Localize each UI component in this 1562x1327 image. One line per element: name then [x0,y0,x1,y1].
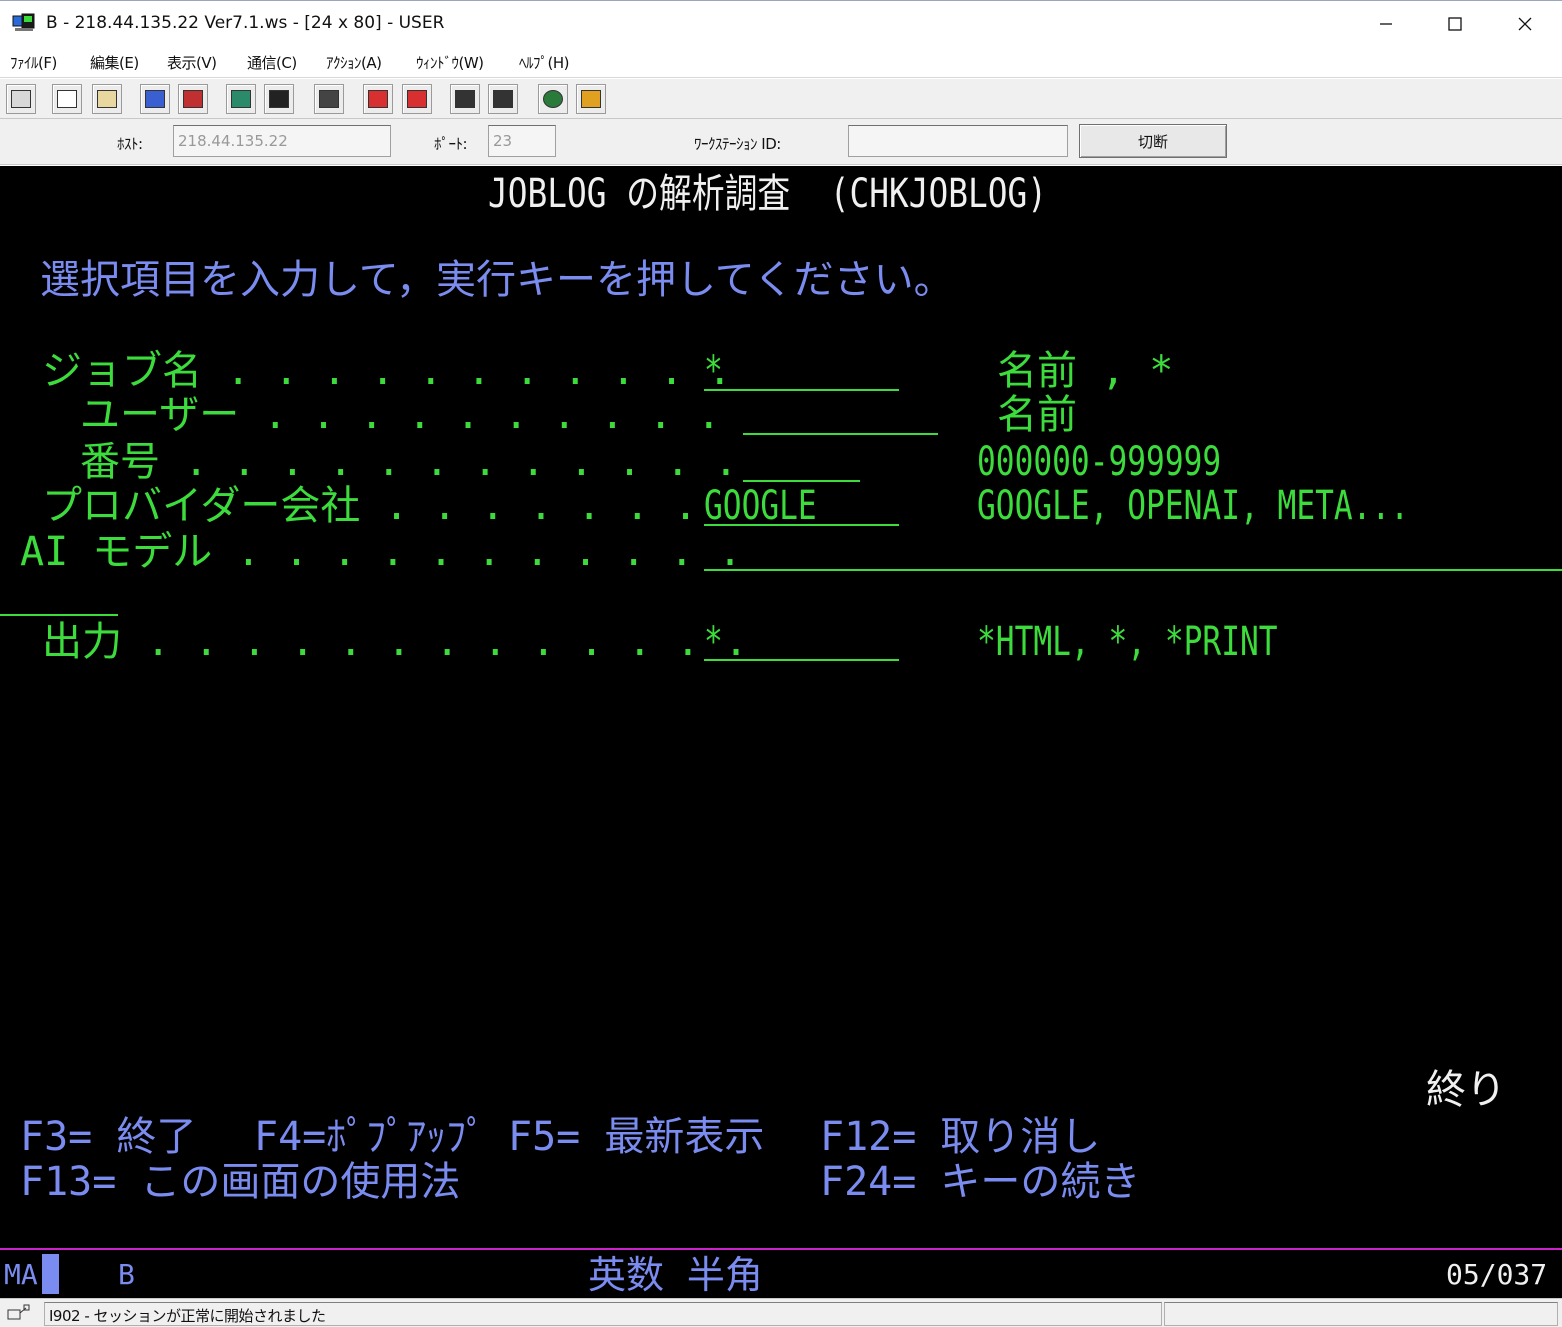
window-title: B - 218.44.135.22 Ver7.1.ws - [24 x 80] … [46,13,445,33]
toolbar-display-button[interactable] [226,84,256,114]
close-button[interactable] [1491,1,1559,47]
toolbar-send-button[interactable] [140,84,170,114]
toolbar-print-screen-button[interactable] [6,84,36,114]
play-macro-icon [455,90,475,108]
close-icon [1518,17,1532,31]
session-icon [269,90,289,108]
send-file-icon [145,90,165,108]
toolbar-macro-play-button[interactable] [450,84,480,114]
job-name-label: ジョブ名 . . . . . . . . . . . [42,348,732,394]
menu-view[interactable]: 表示(V) [167,52,217,73]
workstation-id-label: ﾜｰｸｽﾃｰｼｮﾝ ID: [694,135,781,153]
toolbar-paste-button[interactable] [92,84,122,114]
output-input[interactable]: * [704,622,723,662]
user-label: ユーザー . . . . . . . . . . [80,392,721,438]
port-label: ﾎﾟｰﾄ: [434,135,468,153]
job-name-underline [704,389,899,391]
job-name-hint: 名前 , * [997,348,1174,394]
user-hint: 名前 [997,392,1077,438]
title-bar: B - 218.44.135.22 Ver7.1.ws - [24 x 80] … [0,0,1562,46]
f4-prompt-key[interactable]: F4=ﾎﾟﾌﾟｱｯﾌﾟ [254,1117,486,1157]
minimize-icon [1380,23,1392,25]
ai-model-underline [704,569,1562,571]
provider-underline [704,524,899,526]
display-icon [231,90,251,108]
menu-file[interactable]: ﾌｧｲﾙ(F) [10,52,57,73]
more-indicator: 終り [1426,1067,1506,1113]
menu-communication[interactable]: 通信(C) [247,52,297,73]
terminal-app-icon [12,13,35,31]
connection-bar: ﾎｽﾄ: 218.44.135.22 ﾎﾟｰﾄ: 23 ﾜｰｸｽﾃｰｼｮﾝ ID… [0,119,1562,165]
toolbar-macro-record-button[interactable] [363,84,393,114]
f13-help-key[interactable]: F13= この画面の使用法 [20,1162,460,1202]
status-pane [1164,1302,1558,1326]
maximize-icon [1448,17,1462,31]
f24-more-keys-key[interactable]: F24= キーの続き [820,1162,1140,1202]
workstation-id-input[interactable] [848,125,1068,157]
ai-model-underline-wrap [0,614,118,616]
toolbar-receive-button[interactable] [178,84,208,114]
host-label: ﾎｽﾄ: [117,135,143,153]
toolbar-web-button[interactable] [538,84,568,114]
edit-macro-icon [493,90,513,108]
number-underline [743,480,860,482]
toolbar-macro-edit-button[interactable] [488,84,518,114]
toolbar-macro-stop-button[interactable] [402,84,432,114]
disconnect-button[interactable]: 切断 [1079,124,1227,158]
output-hint: *HTML, *, *PRINT [977,619,1278,665]
provider-hint: GOOGLE, OPENAI, META... [977,483,1410,529]
number-hint: 000000-999999 [977,439,1222,485]
menu-action[interactable]: ｱｸｼｮﾝ(A) [326,52,382,73]
menu-edit[interactable]: 編集(E) [90,52,139,73]
user-underline [743,433,938,435]
maximize-button[interactable] [1421,1,1489,47]
cursor-position: 05/037 [1446,1258,1548,1291]
screen-title: JOBLOG の解析調査 (CHKJOBLOG) [488,171,1047,217]
connection-status-icon [6,1304,30,1322]
number-label: 番号 . . . . . . . . . . . . [80,439,738,485]
stop-macro-icon [407,90,427,108]
f12-cancel-key[interactable]: F12= 取り消し [820,1117,1100,1157]
toolbar-help-button[interactable] [576,84,606,114]
menu-window[interactable]: ｳｨﾝﾄﾞｳ(W) [416,52,484,73]
toolbar-session-button[interactable] [264,84,294,114]
terminal-screen[interactable]: JOBLOG の解析調査 (CHKJOBLOG) 選択項目を入力して，実行キーを… [0,166,1562,1298]
port-input[interactable]: 23 [488,125,556,157]
toolbar-copy-button[interactable] [52,84,82,114]
menu-bar: ﾌｧｲﾙ(F) 編集(E) 表示(V) 通信(C) ｱｸｼｮﾝ(A) ｳｨﾝﾄﾞ… [0,46,1562,78]
keyboard-mode-indicator: MA [4,1258,38,1291]
provider-label: プロバイダー会社 . . . . . . . [42,483,698,529]
input-mode-indicator: 英数 半角 [588,1253,763,1297]
copy-icon [57,90,77,108]
provider-input[interactable]: GOOGLE [704,486,817,526]
job-name-input[interactable]: * [704,351,723,391]
f3-exit-key[interactable]: F3= 終了 [20,1117,196,1157]
host-input[interactable]: 218.44.135.22 [173,125,391,157]
ai-model-label: AI モデル . . . . . . . . . . . [20,529,743,575]
instruction-text: 選択項目を入力して，実行キーを押してください。 [40,257,954,303]
minimize-button[interactable] [1352,1,1420,47]
cursor-indicator [42,1254,59,1294]
session-indicator: B [118,1258,135,1291]
status-bar: I902 - セッションが正常に開始されました [0,1298,1562,1327]
paste-icon [97,90,117,108]
print-screen-icon [11,90,31,108]
menu-help[interactable]: ﾍﾙﾌﾟ(H) [519,52,569,73]
keyboard-icon [319,90,339,108]
toolbar [0,79,1562,119]
output-label: 出力 . . . . . . . . . . . . . [42,619,749,665]
record-macro-icon [368,90,388,108]
globe-icon [543,90,563,108]
output-underline [704,659,899,661]
status-message: I902 - セッションが正常に開始されました [44,1302,1162,1326]
receive-file-icon [183,90,203,108]
f5-refresh-key[interactable]: F5= 最新表示 [508,1117,764,1157]
help-book-icon [581,90,601,108]
toolbar-keyboard-button[interactable] [314,84,344,114]
operator-status-divider [0,1248,1562,1250]
